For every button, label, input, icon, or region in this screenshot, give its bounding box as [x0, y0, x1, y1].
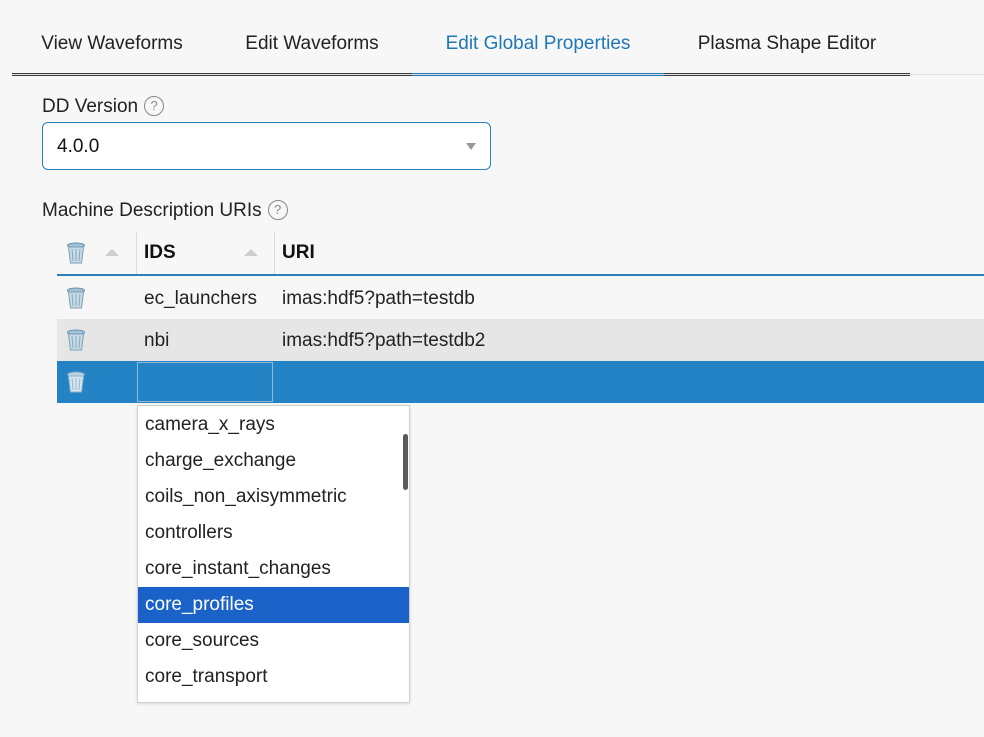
- machine-description-label-group: Machine Description URIs?: [42, 200, 288, 222]
- dd-version-label: DD Version: [42, 96, 139, 117]
- dropdown-option[interactable]: camera_x_rays: [138, 407, 409, 443]
- tab-plasma-shape-editor[interactable]: Plasma Shape Editor: [664, 0, 910, 76]
- trash-icon[interactable]: [66, 329, 86, 351]
- tab-view-waveforms[interactable]: View Waveforms: [12, 0, 212, 76]
- dropdown-option[interactable]: core_transport: [138, 659, 409, 695]
- sort-asc-icon[interactable]: [244, 249, 258, 256]
- scrollbar-thumb[interactable]: [403, 434, 408, 490]
- trash-icon[interactable]: [66, 242, 86, 264]
- column-divider: [136, 232, 137, 274]
- tab-bar: View Waveforms Edit Waveforms Edit Globa…: [0, 0, 984, 76]
- column-header-ids[interactable]: IDS: [144, 242, 176, 264]
- question-circle-icon[interactable]: ?: [267, 200, 288, 220]
- dropdown-option-highlighted[interactable]: core_profiles: [138, 587, 409, 623]
- ids-dropdown-list[interactable]: camera_x_rays charge_exchange coils_non_…: [137, 405, 410, 703]
- ids-cell[interactable]: ec_launchers: [144, 288, 257, 310]
- column-divider: [274, 232, 275, 274]
- dropdown-option[interactable]: core_instant_changes: [138, 551, 409, 587]
- table-row[interactable]: ec_launchers imas:hdf5?path=testdb: [57, 277, 984, 319]
- dropdown-option[interactable]: charge_exchange: [138, 443, 409, 479]
- grid-header: IDS URI: [57, 232, 984, 276]
- question-circle-icon[interactable]: ?: [144, 96, 165, 116]
- table-row[interactable]: nbi imas:hdf5?path=testdb2: [57, 319, 984, 361]
- tab-bar-divider: [12, 74, 984, 75]
- dropdown-option[interactable]: coils_non_axisymmetric: [138, 479, 409, 515]
- tab-edit-global-properties[interactable]: Edit Global Properties: [412, 0, 664, 76]
- dd-version-select[interactable]: 4.0.0: [42, 122, 491, 170]
- machine-description-label: Machine Description URIs: [42, 200, 262, 221]
- uri-cell[interactable]: imas:hdf5?path=testdb2: [282, 330, 485, 352]
- column-header-uri[interactable]: URI: [282, 242, 315, 264]
- dropdown-option[interactable]: core_sources: [138, 623, 409, 659]
- dropdown-option[interactable]: controllers: [138, 515, 409, 551]
- sort-asc-icon[interactable]: [105, 249, 119, 256]
- dd-version-value: 4.0.0: [57, 136, 100, 157]
- ids-cell[interactable]: nbi: [144, 330, 169, 352]
- tab-edit-waveforms[interactable]: Edit Waveforms: [212, 0, 412, 76]
- ids-edit-input[interactable]: [137, 362, 273, 402]
- trash-icon[interactable]: [66, 371, 86, 393]
- table-row-selected[interactable]: [57, 361, 984, 403]
- trash-icon[interactable]: [66, 287, 86, 309]
- dd-version-label-group: DD Version?: [42, 96, 165, 118]
- chevron-down-icon: [466, 143, 476, 150]
- uri-cell[interactable]: imas:hdf5?path=testdb: [282, 288, 475, 310]
